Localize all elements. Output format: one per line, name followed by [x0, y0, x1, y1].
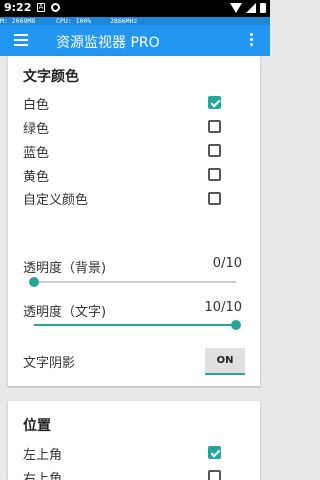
section-title-position: 位置	[23, 418, 51, 434]
monitor-overlay: M: 2069MB CPU: 100% 2866MHz	[0, 17, 270, 25]
settings-card-appearance: 文字颜色 白色 绿色 蓝色 黄色 自定义颜色 透明度（背景) 0/10 透明度（…	[8, 56, 260, 386]
color-option-label: 白色	[23, 98, 50, 113]
checkbox-top-right[interactable]	[208, 470, 221, 480]
wifi-icon	[230, 3, 242, 13]
more-options-icon[interactable]	[250, 33, 254, 49]
slider-thumb[interactable]	[231, 320, 241, 330]
status-bar: 9:22 A	[0, 0, 270, 17]
opacity-background-slider[interactable]	[29, 277, 236, 287]
hamburger-menu-icon[interactable]	[14, 34, 28, 46]
checkbox-yellow[interactable]	[208, 168, 221, 181]
a-icon: A	[37, 3, 45, 12]
text-shadow-toggle-button[interactable]: ON	[205, 348, 245, 375]
opacity-text-value: 10/10	[204, 300, 242, 315]
app-title: 资源监视器 PRO	[56, 35, 160, 51]
position-option-label: 右上角	[23, 472, 63, 480]
slider-thumb[interactable]	[29, 277, 39, 287]
color-option-label: 绿色	[23, 122, 50, 137]
section-title-text-color: 文字颜色	[23, 69, 79, 85]
slider-fill	[34, 324, 236, 326]
app-bar: 资源监视器 PRO	[0, 25, 270, 56]
freq-readout: 2866MHz	[110, 17, 138, 25]
color-option-label: 蓝色	[23, 146, 50, 161]
battery-icon	[260, 3, 266, 13]
settings-card-position: 位置 左上角 右上角	[8, 401, 260, 480]
checkbox-blue[interactable]	[208, 144, 221, 157]
color-option-label: 自定义颜色	[23, 193, 89, 208]
checkbox-green[interactable]	[208, 120, 221, 133]
opacity-text-slider[interactable]	[34, 320, 241, 330]
checkbox-top-left[interactable]	[208, 446, 221, 459]
memory-readout: M: 2069MB	[0, 17, 36, 25]
opacity-text-label: 透明度（文字)	[23, 305, 107, 320]
opacity-background-label: 透明度（背景)	[23, 261, 107, 276]
ring-icon	[51, 3, 60, 12]
cpu-readout: CPU: 100%	[56, 17, 92, 25]
checkbox-white[interactable]	[208, 96, 221, 109]
position-option-label: 左上角	[23, 448, 63, 463]
status-icons	[230, 3, 266, 13]
opacity-background-value: 0/10	[212, 256, 242, 271]
checkbox-custom-color[interactable]	[208, 192, 221, 205]
cell-signal-icon	[246, 3, 256, 13]
status-time: 9:22	[4, 1, 32, 14]
color-option-label: 黄色	[23, 170, 50, 185]
text-shadow-label: 文字阴影	[23, 356, 76, 371]
